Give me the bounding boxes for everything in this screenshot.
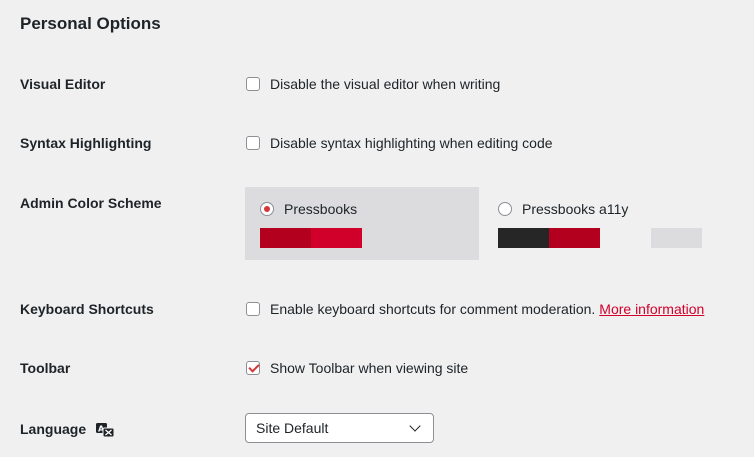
visual-editor-checkbox[interactable] xyxy=(246,77,260,91)
pressbooks-radio[interactable] xyxy=(260,202,274,216)
pressbooks-a11y-scheme-name: Pressbooks a11y xyxy=(522,201,629,217)
keyboard-shortcuts-text: Enable keyboard shortcuts for comment mo… xyxy=(270,301,596,317)
toolbar-text: Show Toolbar when viewing site xyxy=(270,360,469,376)
color-scheme-pressbooks-a11y[interactable]: Pressbooks a11y xyxy=(483,187,717,260)
personal-options-page: Personal Options Visual Editor Disable t… xyxy=(0,0,754,457)
pressbooks-swatches xyxy=(260,228,464,248)
language-label-row: Language A xyxy=(20,421,115,438)
swatch xyxy=(549,228,600,248)
visual-editor-option[interactable]: Disable the visual editor when writing xyxy=(246,76,500,92)
language-select-value: Site Default xyxy=(256,420,329,436)
syntax-highlighting-option[interactable]: Disable syntax highlighting when editing… xyxy=(246,135,553,151)
toolbar-checkbox[interactable] xyxy=(246,361,260,375)
swatch xyxy=(260,228,311,248)
swatch xyxy=(311,228,362,248)
pressbooks-a11y-radio[interactable] xyxy=(498,202,512,216)
section-title: Personal Options xyxy=(20,14,161,33)
keyboard-shortcuts-checkbox[interactable] xyxy=(246,302,260,316)
swatch xyxy=(600,228,651,248)
syntax-highlighting-label: Syntax Highlighting xyxy=(20,135,152,151)
language-label: Language xyxy=(20,421,87,437)
chevron-down-icon xyxy=(409,420,421,432)
visual-editor-label: Visual Editor xyxy=(20,76,106,92)
keyboard-shortcuts-option[interactable]: Enable keyboard shortcuts for comment mo… xyxy=(246,301,704,317)
keyboard-shortcuts-label: Keyboard Shortcuts xyxy=(20,301,154,317)
toolbar-option[interactable]: Show Toolbar when viewing site xyxy=(246,360,468,376)
pressbooks-scheme-name: Pressbooks xyxy=(284,201,358,217)
language-select[interactable]: Site Default xyxy=(245,413,434,443)
swatch xyxy=(651,228,702,248)
translation-icon: A xyxy=(96,423,115,438)
syntax-highlighting-checkbox[interactable] xyxy=(246,136,260,150)
pressbooks-a11y-swatches xyxy=(498,228,702,248)
swatch xyxy=(413,228,464,248)
syntax-highlighting-text: Disable syntax highlighting when editing… xyxy=(270,135,553,151)
admin-color-scheme-label: Admin Color Scheme xyxy=(20,195,162,211)
more-information-link[interactable]: More information xyxy=(599,301,704,317)
toolbar-label: Toolbar xyxy=(20,360,71,376)
color-scheme-pressbooks[interactable]: Pressbooks xyxy=(245,187,479,260)
swatch xyxy=(362,228,413,248)
swatch xyxy=(498,228,549,248)
visual-editor-text: Disable the visual editor when writing xyxy=(270,76,501,92)
